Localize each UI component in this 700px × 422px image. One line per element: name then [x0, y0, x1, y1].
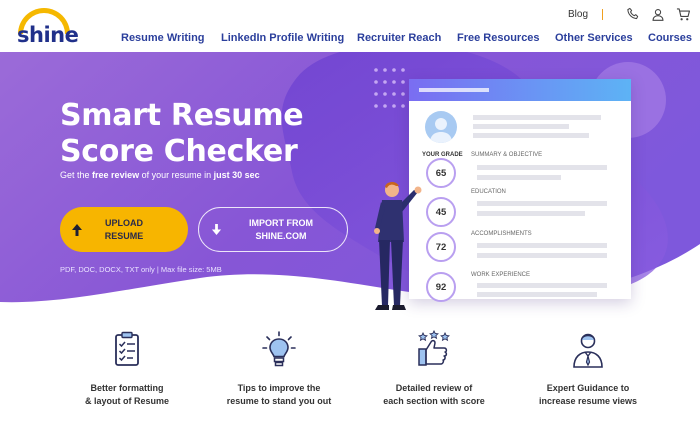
score-circle-accomplishments: 72: [426, 232, 456, 262]
nav-linkedin-profile-writing[interactable]: LinkedIn Profile Writing: [221, 32, 344, 44]
card-header-bar: [409, 79, 631, 101]
score-circle-work-experience: 92: [426, 272, 456, 302]
nav-other-services[interactable]: Other Services: [555, 32, 633, 44]
phone-icon[interactable]: [624, 5, 642, 23]
nav-courses[interactable]: Courses: [648, 32, 692, 44]
feature-expert-guidance: Expert Guidance to increase resume views: [518, 330, 658, 408]
avatar: [425, 111, 457, 143]
section-label-accomplishments: ACCOMPLISHMENTS: [471, 231, 532, 237]
file-format-note: PDF, DOC, DOCX, TXT only | Max file size…: [60, 265, 222, 274]
feature-tips: Tips to improve the resume to stand you …: [209, 330, 349, 408]
nav-free-resources[interactable]: Free Resources: [457, 32, 540, 44]
expert-person-icon: [568, 330, 608, 370]
hero-title-line-1: Smart Resume: [60, 98, 304, 133]
import-from-shine-button[interactable]: IMPORT FROM SHINE.COM: [198, 207, 348, 252]
section-label-work-experience: WORK EXPERIENCE: [471, 272, 531, 278]
score-circle-education: 45: [426, 197, 456, 227]
hero-subtitle: Get the free review of your resume in ju…: [60, 170, 260, 180]
section-label-summary: SUMMARY & OBJECTIVE: [471, 152, 543, 158]
site-header: shine Blog Resume Writing LinkedIn Profi…: [0, 0, 700, 66]
blog-link[interactable]: Blog: [568, 9, 588, 20]
thumbs-up-stars-icon: [414, 329, 454, 370]
section-label-education: EDUCATION: [471, 189, 506, 195]
main-nav: Resume Writing LinkedIn Profile Writing …: [0, 32, 700, 48]
checklist-icon: [107, 330, 147, 370]
top-utility-bar: Blog: [568, 4, 692, 24]
dot-grid-decoration: [374, 68, 405, 108]
feature-expert-guidance-line-1: Expert Guidance to: [546, 383, 630, 393]
cart-icon[interactable]: [674, 5, 692, 23]
feature-detailed-review: Detailed review of each section with sco…: [364, 329, 504, 408]
score-circle-summary: 65: [426, 158, 456, 188]
pointing-person-illustration: [374, 181, 422, 310]
nav-resume-writing[interactable]: Resume Writing: [121, 32, 205, 44]
feature-detailed-review-line-1: Detailed review of: [395, 383, 473, 393]
download-arrow-icon: [199, 223, 233, 236]
upload-resume-label: UPLOAD RESUME: [104, 217, 144, 241]
feature-tips-line-1: Tips to improve the: [237, 383, 321, 393]
feature-detailed-review-line-2: each section with score: [383, 396, 485, 406]
lightbulb-icon: [259, 330, 299, 370]
resume-score-card-illustration: YOUR GRADE SUMMARY & OBJECTIVE EDUCATION…: [409, 79, 631, 299]
feature-formatting-line-2: & layout of Resume: [84, 396, 169, 406]
feature-formatting: Better formatting & layout of Resume: [57, 330, 197, 408]
hero-title-line-2: Score Checker: [60, 134, 298, 169]
upload-arrow-icon: [60, 223, 94, 237]
feature-formatting-line-1: Better formatting: [90, 383, 164, 393]
topbar-divider: [602, 8, 603, 20]
upload-resume-button[interactable]: UPLOAD RESUME: [60, 207, 188, 252]
nav-recruiter-reach[interactable]: Recruiter Reach: [357, 32, 441, 44]
user-account-icon[interactable]: [649, 5, 667, 23]
feature-expert-guidance-line-2: increase resume views: [538, 396, 638, 406]
hero-title: Smart Resume Score Checker: [60, 98, 340, 170]
import-from-shine-label: IMPORT FROM SHINE.COM: [249, 217, 313, 241]
feature-tips-line-2: resume to stand you out: [226, 396, 332, 406]
